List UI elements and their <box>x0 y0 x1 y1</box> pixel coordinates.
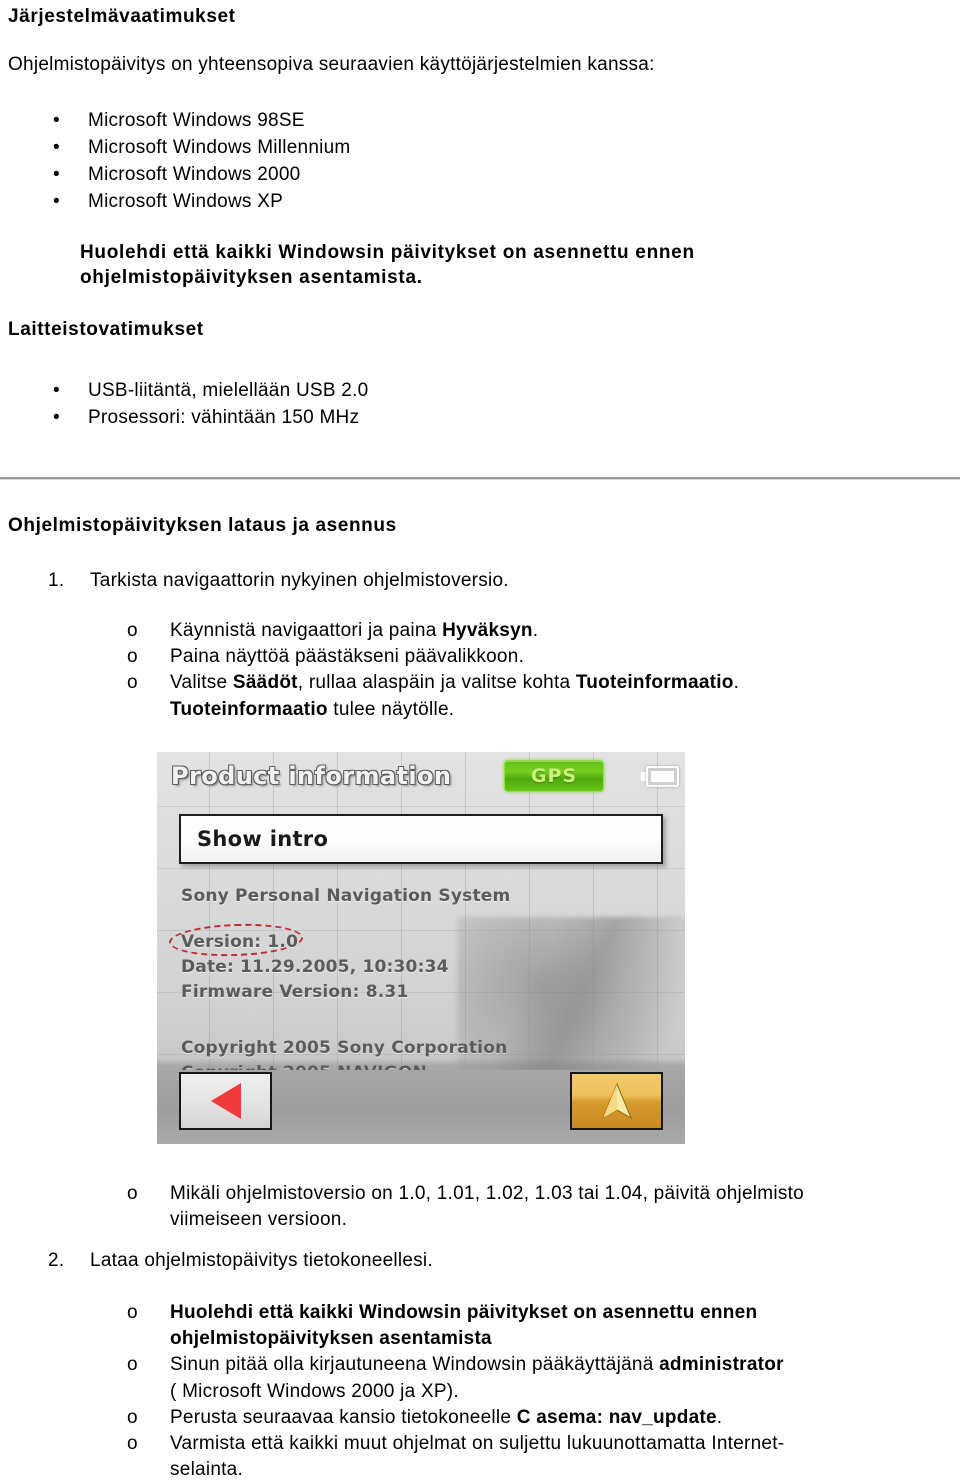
substep-line2-bold: Tuoteinformaatio <box>170 698 328 720</box>
download-install-heading: Ohjelmistopäivityksen lataus ja asennus <box>8 515 397 536</box>
substep-line-2: selainta. <box>170 1459 244 1481</box>
list-item: o Sinun pitää olla kirjautuneena Windows… <box>105 1352 955 1404</box>
bullet-icon: • <box>53 380 60 401</box>
list-item: • Microsoft Windows XP <box>8 189 948 216</box>
list-item-label: Microsoft Windows XP <box>88 190 284 212</box>
list-item: o Valitse Säädöt, rullaa alaspäin ja val… <box>105 670 945 722</box>
navigate-button[interactable] <box>570 1072 663 1130</box>
circle-bullet-icon: o <box>127 672 138 694</box>
note-line-1: Mikäli ohjelmistoversio on 1.0, 1.01, 1.… <box>170 1183 804 1204</box>
list-item: • Microsoft Windows Millennium <box>8 135 948 162</box>
substep-line-2: ( Microsoft Windows 2000 ja XP). <box>170 1380 459 1402</box>
substep-text: Paina näyttöä päästäkseni päävalikkoon. <box>170 646 525 668</box>
substep-text-pre: Käynnistä navigaattori ja paina <box>170 620 443 641</box>
list-item: o Varmista että kaikki muut ohjelmat on … <box>105 1431 955 1483</box>
document-page: Järjestelmävaatimukset Ohjelmistopäivity… <box>0 0 960 1480</box>
circle-bullet-icon: o <box>127 1302 138 1323</box>
notice-line-2: ohjelmistopäivityksen asentamista <box>80 267 417 289</box>
substep-line2-tail: tulee näytölle. <box>327 698 455 720</box>
step-1-label: Tarkista navigaattorin nykyinen ohjelmis… <box>90 570 509 591</box>
substep-text-bold: Hyväksyn <box>442 620 533 641</box>
show-intro-button[interactable]: Show intro <box>179 814 663 864</box>
substep-text-bold-tuoteinformaatio: Tuoteinformaatio <box>575 672 734 694</box>
battery-icon <box>641 766 679 787</box>
show-intro-label: Show intro <box>197 827 329 851</box>
bullet-icon: • <box>53 406 60 428</box>
substep-text-bold-saadot: Säädöt <box>232 672 298 694</box>
list-item: • Microsoft Windows 2000 <box>8 162 948 189</box>
list-item-label: Microsoft Windows 2000 <box>88 163 301 185</box>
list-item: o Käynnistä navigaattori ja paina Hyväks… <box>105 618 945 644</box>
device-date: Date: 11.29.2005, 10:30:34 <box>181 957 449 977</box>
circle-bullet-icon: o <box>127 646 138 668</box>
list-item-label: Microsoft Windows 98SE <box>88 110 305 131</box>
substep-text-post: . <box>716 1406 723 1428</box>
list-item: • USB-liitäntä, mielellään USB 2.0 <box>8 378 948 405</box>
hardware-requirements-heading: Laitteistovatimukset <box>8 319 204 340</box>
section-divider <box>0 477 960 480</box>
substep-text-bold-administrator: administrator <box>659 1354 784 1376</box>
device-version: Version: 1.0 <box>181 932 299 952</box>
substep-text-post: . <box>532 620 539 641</box>
list-item: • Microsoft Windows 98SE <box>8 108 948 135</box>
device-firmware-version: Firmware Version: 8.31 <box>181 982 409 1002</box>
version-check-note: o Mikäli ohjelmistoversio on 1.0, 1.01, … <box>105 1181 950 1233</box>
gps-badge-label: GPS <box>530 765 578 787</box>
step-2-label: Lataa ohjelmistopäivitys tietokoneellesi… <box>90 1250 433 1271</box>
back-button[interactable] <box>179 1072 272 1130</box>
supported-os-list: • Microsoft Windows 98SE • Microsoft Win… <box>8 108 948 216</box>
note-line-2: viimeiseen versioon. <box>170 1209 348 1231</box>
circle-bullet-icon: o <box>127 1433 138 1455</box>
substep-text-pre: Perusta seuraavaa kansio tietokoneelle <box>170 1406 517 1428</box>
circle-bullet-icon: o <box>127 620 138 641</box>
bullet-icon: • <box>53 190 60 212</box>
circle-bullet-icon: o <box>127 1183 138 1204</box>
substep-line-2: ohjelmistopäivityksen asentamista <box>170 1328 492 1350</box>
list-item: o Paina näyttöä päästäkseni päävalikkoon… <box>105 644 945 670</box>
device-screenshot-image: Product information GPS Show intro Sony … <box>157 752 685 1144</box>
step-1: 1. Tarkista navigaattorin nykyinen ohjel… <box>8 568 938 594</box>
list-item-label: Prosessori: vähintään 150 MHz <box>88 406 360 428</box>
back-arrow-icon <box>210 1083 241 1119</box>
notice-line-1: Huolehdi että kaikki Windowsin päivityks… <box>80 242 695 263</box>
navigation-arrow-icon <box>601 1082 632 1120</box>
list-item: o Mikäli ohjelmistoversio on 1.0, 1.01, … <box>105 1181 950 1233</box>
list-item-label: USB-liitäntä, mielellään USB 2.0 <box>88 380 369 401</box>
battery-fill <box>651 771 674 782</box>
circle-bullet-icon: o <box>127 1354 138 1376</box>
battery-body <box>646 766 679 787</box>
bullet-icon: • <box>53 136 60 158</box>
substep-text-pre: Sinun pitää olla kirjautuneena Windowsin… <box>170 1354 660 1376</box>
step-1-number: 1. <box>48 570 65 591</box>
list-item: • Prosessori: vähintään 150 MHz <box>8 405 948 432</box>
hardware-requirements-list: • USB-liitäntä, mielellään USB 2.0 • Pro… <box>8 378 948 432</box>
bullet-icon: • <box>53 163 60 185</box>
substep-text-bold-folder: C asema: nav_update <box>516 1406 717 1428</box>
substep-line-1: Varmista että kaikki muut ohjelmat on su… <box>170 1433 785 1455</box>
step-2-number: 2. <box>48 1250 65 1271</box>
bullet-icon: • <box>53 110 60 131</box>
system-requirements-intro: Ohjelmistopäivitys on yhteensopiva seura… <box>8 54 655 75</box>
list-item: o Huolehdi että kaikki Windowsin päivity… <box>105 1300 955 1352</box>
substep-text-mid: , rullaa alaspäin ja valitse kohta <box>297 672 576 694</box>
step-2-substeps: o Huolehdi että kaikki Windowsin päivity… <box>105 1300 955 1484</box>
substep-line-1: Huolehdi että kaikki Windowsin päivityks… <box>170 1302 758 1323</box>
list-item: o Perusta seuraavaa kansio tietokoneelle… <box>105 1405 955 1431</box>
gps-status-badge: GPS <box>504 760 604 792</box>
system-requirements-heading: Järjestelmävaatimukset <box>8 6 236 27</box>
windows-update-notice: Huolehdi että kaikki Windowsin päivityks… <box>80 240 940 290</box>
step-2: 2. Lataa ohjelmistopäivitys tietokoneell… <box>8 1248 938 1274</box>
notice-line-2-period: . <box>416 267 423 289</box>
circle-bullet-icon: o <box>127 1406 138 1428</box>
substep-text-post: . <box>733 672 740 694</box>
list-item-label: Microsoft Windows Millennium <box>88 136 351 158</box>
step-1-substeps: o Käynnistä navigaattori ja paina Hyväks… <box>105 618 945 723</box>
device-product-name: Sony Personal Navigation System <box>181 886 511 906</box>
device-screen-title: Product information <box>171 762 452 790</box>
substep-text-pre: Valitse <box>170 672 233 694</box>
device-copyright-sony: Copyright 2005 Sony Corporation <box>181 1038 508 1058</box>
